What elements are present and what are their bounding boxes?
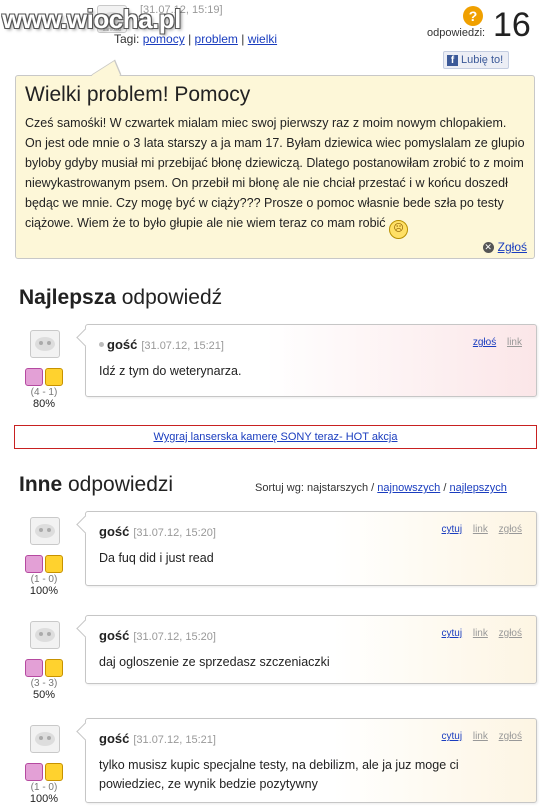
answer-text: Da fuq did i just read bbox=[99, 551, 214, 565]
answer-text: tylko musisz kupic specjalne testy, na d… bbox=[99, 758, 459, 791]
avatar bbox=[30, 621, 60, 649]
vote-block: (4 - 1) 80% bbox=[19, 368, 69, 410]
report-answer-link[interactable]: zgłoś bbox=[473, 337, 496, 348]
vote-block: (3 - 3) 50% bbox=[19, 659, 69, 701]
question-title: Wielki problem! Pomocy bbox=[25, 83, 251, 106]
vote-block: (1 - 0) 100% bbox=[19, 555, 69, 597]
thumbs-down-icon[interactable] bbox=[45, 763, 63, 781]
answer-date: [31.07.12, 15:21] bbox=[133, 734, 216, 746]
answer-user: gość bbox=[107, 337, 138, 352]
report-answer-link[interactable]: zgłoś bbox=[499, 524, 522, 535]
sort-newest-link[interactable]: najnowszych bbox=[377, 482, 440, 494]
thumbs-down-icon[interactable] bbox=[45, 368, 63, 386]
vote-diff: (3 - 3) bbox=[30, 678, 58, 689]
answer-box: gość [31.07.12, 15:20] cytuj link zgłoś D… bbox=[76, 511, 537, 586]
answers-label: odpowiedzi: bbox=[427, 27, 486, 39]
avatar bbox=[30, 517, 60, 545]
permalink[interactable]: link bbox=[473, 731, 488, 742]
quote-link[interactable]: cytuj bbox=[442, 731, 463, 742]
report-icon: ✕ bbox=[482, 241, 494, 253]
answer-user: gość bbox=[99, 628, 130, 643]
watermark: www.wiocha.pl bbox=[2, 4, 181, 34]
best-answer-box: gość [31.07.12, 15:21] zgłoś link Idź z t… bbox=[76, 324, 537, 397]
avatar bbox=[30, 725, 60, 753]
report-answer-link[interactable]: zgłoś bbox=[499, 731, 522, 742]
tag-link[interactable]: wielki bbox=[248, 32, 277, 46]
thumbs-up-icon[interactable] bbox=[25, 555, 43, 573]
quote-link[interactable]: cytuj bbox=[442, 628, 463, 639]
status-dot-icon bbox=[99, 342, 104, 347]
answer-text: daj ogloszenie ze sprzedasz szczeniaczki bbox=[99, 655, 330, 669]
thumbs-down-icon[interactable] bbox=[45, 659, 63, 677]
vote-diff: (4 - 1) bbox=[30, 387, 58, 398]
tag-link[interactable]: problem bbox=[195, 32, 238, 46]
answer-date: [31.07.12, 15:20] bbox=[133, 631, 216, 643]
answer-user: gość bbox=[99, 524, 130, 539]
report-answer-link[interactable]: zgłoś bbox=[499, 628, 522, 639]
permalink[interactable]: link bbox=[473, 524, 488, 535]
report-question-button[interactable]: ✕ Zgłoś bbox=[482, 240, 527, 254]
sad-smiley-icon: ☹ bbox=[389, 220, 409, 239]
quote-link[interactable]: cytuj bbox=[442, 524, 463, 535]
report-link[interactable]: Zgłoś bbox=[498, 240, 527, 254]
thumbs-up-icon[interactable] bbox=[25, 763, 43, 781]
question-mark-icon: ? bbox=[463, 6, 483, 26]
vote-diff: (1 - 0) bbox=[30, 574, 58, 585]
vote-percent: 100% bbox=[29, 793, 59, 805]
answers-count: 16 bbox=[493, 6, 531, 44]
best-answer-heading: Najlepsza odpowiedź bbox=[19, 286, 223, 309]
ad-banner: Wygraj lanserska kamerę SONY teraz- HOT … bbox=[14, 425, 537, 449]
question-box: Wielki problem! Pomocy Cześ samośki! W c… bbox=[15, 59, 535, 259]
other-answers-heading: Inne odpowiedzi bbox=[19, 473, 174, 496]
answer-date: [31.07.12, 15:20] bbox=[133, 527, 216, 539]
facebook-icon: f bbox=[447, 54, 458, 66]
answer-box: gość [31.07.12, 15:21] cytuj link zgłoś t… bbox=[76, 718, 537, 803]
vote-percent: 80% bbox=[32, 398, 56, 410]
like-label: Lubię to! bbox=[461, 54, 504, 66]
ad-link[interactable]: Wygraj lanserska kamerę SONY teraz- HOT … bbox=[153, 431, 397, 443]
sort-best-link[interactable]: najlepszych bbox=[449, 482, 506, 494]
vote-percent: 50% bbox=[32, 689, 56, 701]
thumbs-up-icon[interactable] bbox=[25, 659, 43, 677]
answer-user: gość bbox=[99, 731, 130, 746]
answer-text: Idź z tym do weterynarza. bbox=[99, 364, 242, 378]
permalink[interactable]: link bbox=[507, 337, 522, 348]
answer-date: [31.07.12, 15:21] bbox=[141, 340, 224, 352]
thumbs-up-icon[interactable] bbox=[25, 368, 43, 386]
permalink[interactable]: link bbox=[473, 628, 488, 639]
facebook-like-button[interactable]: f Lubię to! bbox=[443, 51, 510, 69]
thumbs-down-icon[interactable] bbox=[45, 555, 63, 573]
answer-box: gość [31.07.12, 15:20] cytuj link zgłoś d… bbox=[76, 615, 537, 684]
question-body: Cześ samośki! W czwartek mialam miec swo… bbox=[25, 113, 525, 239]
avatar bbox=[30, 330, 60, 358]
vote-block: (1 - 0) 100% bbox=[19, 763, 69, 805]
vote-diff: (1 - 0) bbox=[30, 782, 58, 793]
vote-percent: 100% bbox=[29, 585, 59, 597]
sort-options: Sortuj wg: najstarszych / najnowszych / … bbox=[255, 482, 507, 494]
